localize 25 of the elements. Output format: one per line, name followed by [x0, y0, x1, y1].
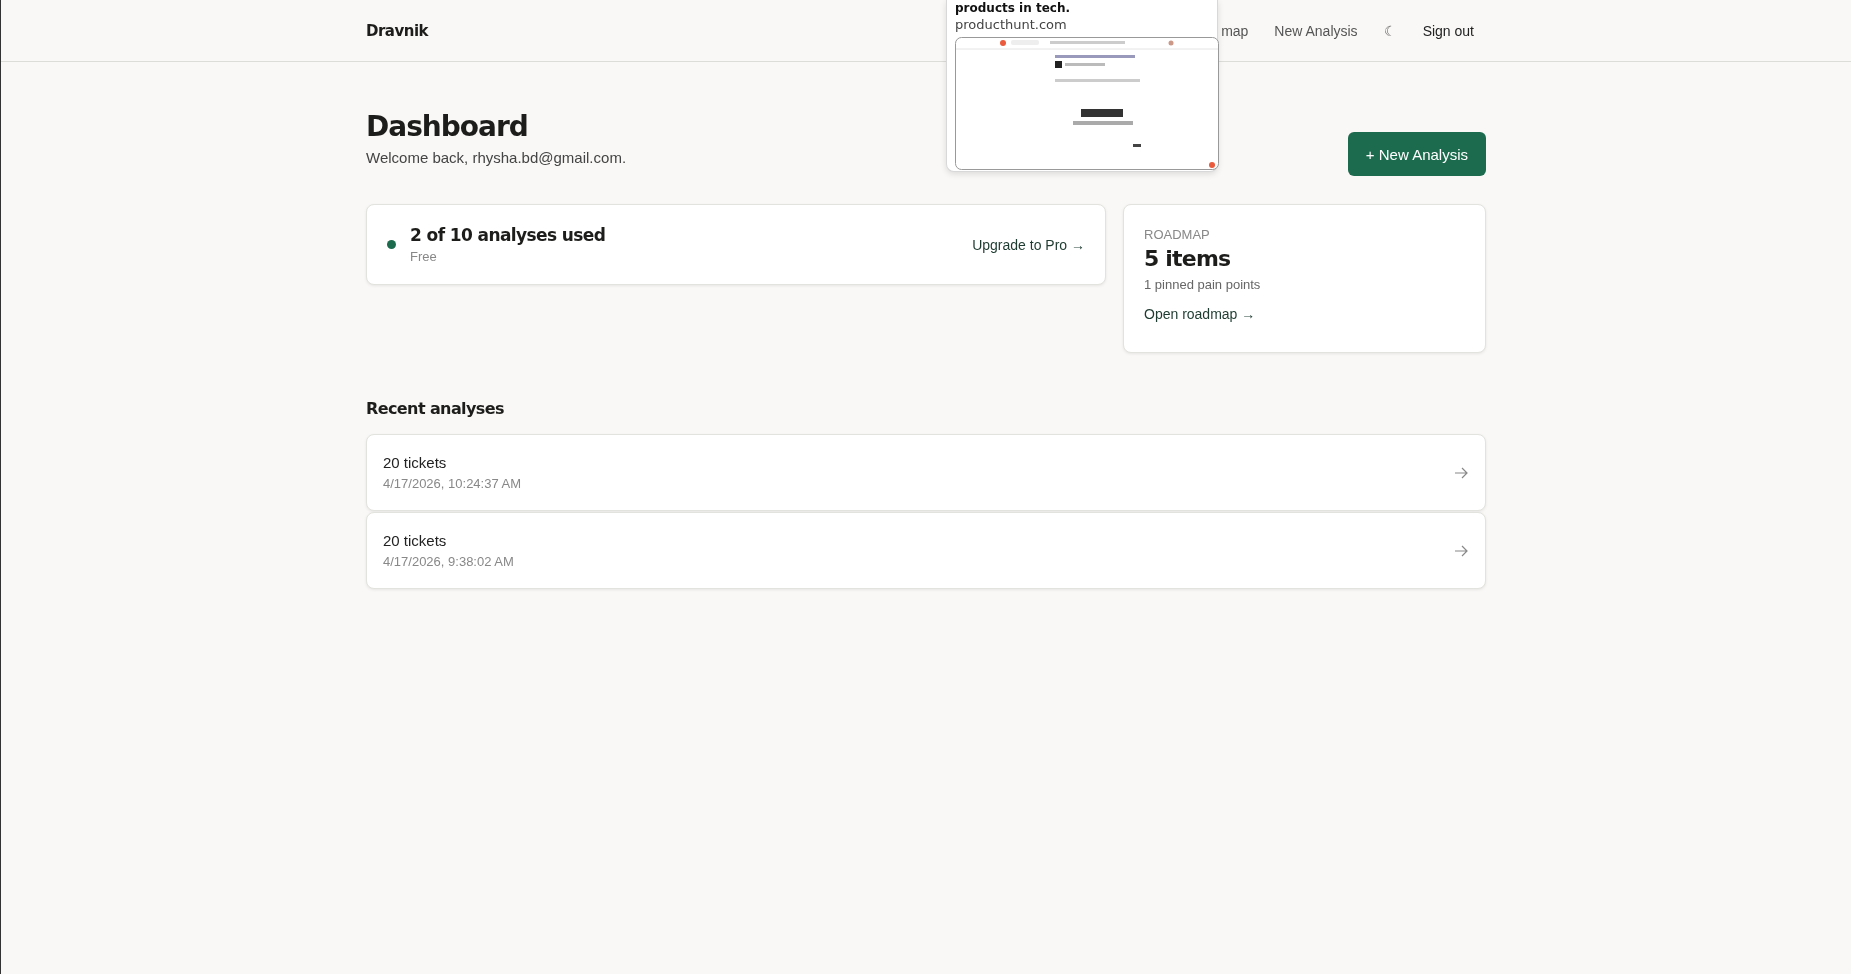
analysis-date: 4/17/2026, 9:38:02 AM — [383, 554, 514, 569]
theme-toggle[interactable]: ☾ — [1383, 22, 1397, 39]
logo[interactable]: Dravnik — [366, 21, 429, 40]
section-title: Recent analyses — [366, 399, 505, 418]
open-roadmap-link[interactable]: Open roadmap → — [1144, 306, 1256, 322]
analysis-date: 4/17/2026, 10:24:37 AM — [383, 476, 522, 491]
analysis-name: 20 tickets — [383, 532, 448, 549]
page-title: Dashboard — [366, 110, 529, 143]
status-dot — [387, 240, 396, 249]
sign-out-link[interactable]: Sign out — [1422, 22, 1474, 39]
new-analysis-button[interactable]: + New Analysis — [1347, 132, 1486, 176]
roadmap-count: 5 items — [1144, 246, 1231, 271]
nav-link[interactable]: New Analysis — [1274, 22, 1358, 39]
upgrade-link[interactable]: Upgrade to Pro → — [972, 236, 1085, 253]
tab-preview-title: products in tech. — [955, 0, 1071, 15]
welcome-text: Welcome back, rhysha.bd@gmail.com. — [366, 149, 627, 166]
analysis-row[interactable]: 20 tickets 4/17/2026, 10:24:37 AM — [366, 434, 1486, 511]
tab-preview-url: producthunt.com — [955, 17, 1068, 32]
roadmap-detail: 1 pinned pain points — [1144, 277, 1261, 292]
nav-link[interactable]: map — [1221, 22, 1249, 39]
usage-title: 2 of 10 analyses used — [410, 225, 607, 245]
roadmap-label: ROADMAP — [1144, 227, 1210, 242]
analysis-row[interactable]: 20 tickets 4/17/2026, 9:38:02 AM — [366, 512, 1486, 589]
plan-name: Free — [410, 249, 438, 264]
analysis-name: 20 tickets — [383, 454, 448, 471]
